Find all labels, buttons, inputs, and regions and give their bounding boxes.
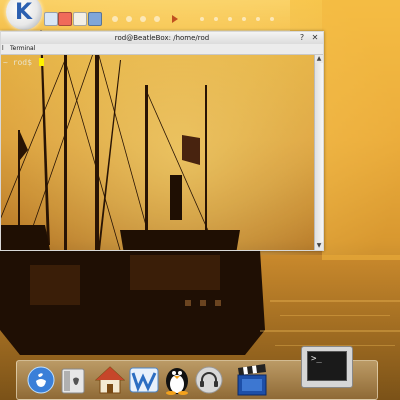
taskbar-dot-2	[214, 17, 218, 21]
video-icon[interactable]	[235, 363, 269, 397]
terminal-window[interactable]: rod@BeatleBox: /home/rod ? ✕ l Terminal …	[0, 31, 324, 251]
scroll-up-arrow[interactable]: ▲	[315, 55, 323, 63]
taskbar-arrow-icon[interactable]	[172, 15, 178, 23]
power-icon[interactable]	[58, 12, 72, 26]
application-dock: >_	[16, 346, 378, 400]
desktop-pager-dot-2[interactable]	[126, 16, 132, 22]
text-cursor	[38, 58, 44, 66]
scroll-down-arrow[interactable]: ▼	[315, 242, 323, 250]
home-icon[interactable]	[95, 365, 125, 395]
lock-icon[interactable]	[44, 12, 58, 26]
menu-item-1[interactable]: l	[2, 44, 4, 54]
menu-bar: l Terminal	[1, 44, 323, 55]
home-icon[interactable]	[73, 12, 87, 26]
audio-icon[interactable]	[195, 366, 223, 394]
window-title: rod@BeatleBox: /home/rod	[114, 34, 210, 42]
k-menu-button[interactable]: K	[6, 0, 42, 30]
prompt-text: ~ rod$	[3, 58, 37, 67]
taskbar-dot-3	[228, 17, 232, 21]
desktop-pager-dot-1[interactable]	[112, 16, 118, 22]
system-info-icon[interactable]	[61, 368, 85, 394]
scrollbar[interactable]: ▲ ▼	[314, 55, 323, 250]
help-button[interactable]: ?	[297, 32, 307, 44]
workspace-icon[interactable]	[129, 366, 159, 394]
terminal-icon-text: >_	[311, 354, 322, 364]
taskbar-dot-1	[200, 17, 204, 21]
terminal-icon[interactable]: >_	[301, 346, 353, 388]
menu-item-terminal[interactable]: Terminal	[10, 44, 35, 54]
close-button[interactable]: ✕	[310, 32, 320, 44]
top-panel: K	[0, 0, 290, 31]
prompt-line: ~ rod$	[3, 58, 44, 67]
desktop-pager-dot-4[interactable]	[154, 16, 160, 22]
taskbar-dot-6	[270, 17, 274, 21]
terminal-icon-screen: >_	[307, 351, 347, 381]
linux-penguin-icon[interactable]	[163, 364, 191, 396]
terminal-output[interactable]: ~ rod$	[1, 55, 314, 250]
taskbar-dot-4	[242, 17, 246, 21]
network-icon[interactable]	[88, 12, 102, 26]
finder-icon[interactable]	[27, 366, 55, 394]
taskbar-dot-5	[256, 17, 260, 21]
desktop-pager-dot-3[interactable]	[140, 16, 146, 22]
k-menu-label: K	[15, 0, 33, 25]
